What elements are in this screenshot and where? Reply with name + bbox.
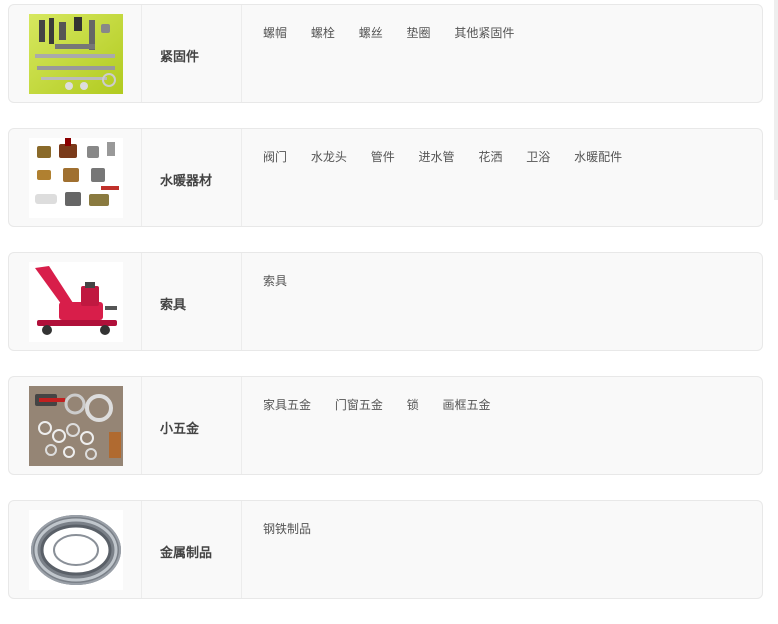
subcategory-link[interactable]: 锁 — [407, 398, 419, 412]
category-title-cell: 小五金 — [143, 377, 242, 474]
wire-coil-photo-icon[interactable] — [29, 510, 123, 590]
category-thumbnail[interactable] — [9, 501, 142, 598]
subcategory-link[interactable]: 索具 — [263, 274, 287, 288]
subcategory-links: 螺帽 螺栓 螺丝 垫圈 其他紧固件 — [263, 24, 752, 41]
subcategory-link[interactable]: 钢铁制品 — [263, 522, 311, 536]
category-thumbnail[interactable] — [9, 377, 142, 474]
subcategory-link[interactable]: 卫浴 — [526, 150, 550, 164]
category-title[interactable]: 索具 — [160, 294, 186, 313]
category-card: 小五金 家具五金 门窗五金 锁 画框五金 — [8, 376, 763, 475]
subcategory-links: 钢铁制品 — [263, 520, 752, 537]
category-thumbnail[interactable] — [9, 5, 142, 102]
subcategory-links: 家具五金 门窗五金 锁 画框五金 — [263, 396, 752, 413]
scrollbar[interactable] — [774, 0, 778, 200]
plumbing-valves-photo-icon[interactable] — [29, 138, 123, 218]
category-title[interactable]: 小五金 — [160, 418, 199, 437]
subcategory-link[interactable]: 垫圈 — [407, 26, 431, 40]
subcategory-link[interactable]: 进水管 — [419, 150, 455, 164]
category-title-cell: 金属制品 — [143, 501, 242, 598]
subcategory-links: 阀门 水龙头 管件 进水管 花洒 卫浴 水暖配件 — [263, 148, 752, 165]
subcategory-link[interactable]: 螺帽 — [263, 26, 287, 40]
category-card: 索具 索具 — [8, 252, 763, 351]
subcategory-links: 索具 — [263, 272, 752, 289]
subcategory-link[interactable]: 门窗五金 — [335, 398, 383, 412]
category-thumbnail[interactable] — [9, 253, 142, 350]
category-title-cell: 水暖器材 — [143, 129, 242, 226]
category-card: 水暖器材 阀门 水龙头 管件 进水管 花洒 卫浴 水暖配件 — [8, 128, 763, 227]
subcategory-link[interactable]: 螺丝 — [359, 26, 383, 40]
category-card: 紧固件 螺帽 螺栓 螺丝 垫圈 其他紧固件 — [8, 4, 763, 103]
category-title-cell: 索具 — [143, 253, 242, 350]
subcategory-link[interactable]: 画框五金 — [443, 398, 491, 412]
hydraulic-jack-photo-icon[interactable] — [29, 262, 123, 342]
subcategory-link[interactable]: 阀门 — [263, 150, 287, 164]
subcategory-link[interactable]: 家具五金 — [263, 398, 311, 412]
category-list: 紧固件 螺帽 螺栓 螺丝 垫圈 其他紧固件 水暖器材 阀门 水龙头 管件 进水管… — [8, 4, 763, 624]
category-card: 金属制品 钢铁制品 — [8, 500, 763, 599]
category-title[interactable]: 金属制品 — [160, 542, 212, 561]
subcategory-link[interactable]: 花洒 — [478, 150, 502, 164]
subcategory-link[interactable]: 其他紧固件 — [454, 26, 514, 40]
category-thumbnail[interactable] — [9, 129, 142, 226]
subcategory-link[interactable]: 水暖配件 — [574, 150, 622, 164]
category-title[interactable]: 紧固件 — [160, 46, 199, 65]
small-hardware-photo-icon[interactable] — [29, 386, 123, 466]
category-title-cell: 紧固件 — [143, 5, 242, 102]
category-title[interactable]: 水暖器材 — [160, 170, 212, 189]
subcategory-link[interactable]: 螺栓 — [311, 26, 335, 40]
subcategory-link[interactable]: 管件 — [371, 150, 395, 164]
fasteners-photo-icon[interactable] — [29, 14, 123, 94]
subcategory-link[interactable]: 水龙头 — [311, 150, 347, 164]
